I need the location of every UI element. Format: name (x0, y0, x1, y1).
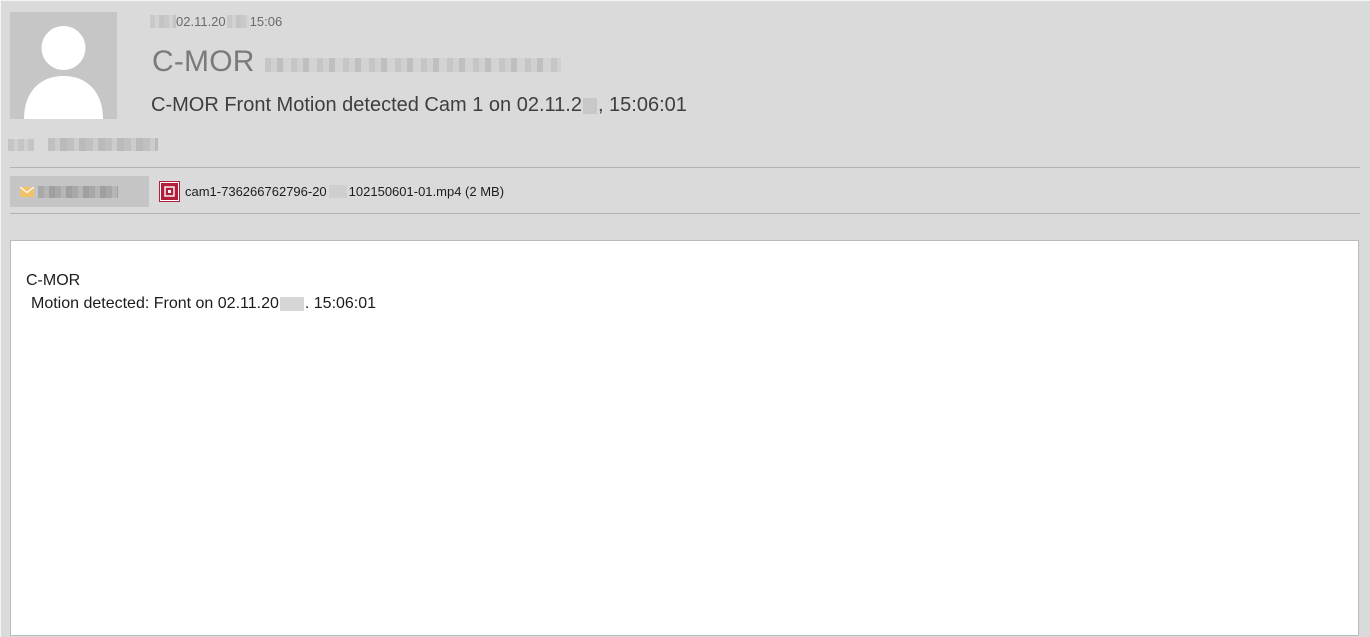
attachment-name-end: 102150601-01.mp4 (2 MB) (348, 184, 505, 199)
attachments-divider (10, 213, 1360, 214)
sender[interactable]: C-MOR (152, 45, 561, 79)
sent-time: 15:06 (249, 14, 283, 29)
attachment-video[interactable]: cam1-736266762796-20 102150601-01.mp4 (2… (159, 181, 504, 202)
header-divider (10, 167, 1360, 168)
message-body[interactable]: C-MOR Motion detected: Front on 02.11.20… (10, 240, 1359, 636)
attachments-bar: cam1-736266762796-20 102150601-01.mp4 (2… (10, 176, 504, 207)
redacted-to-label (8, 138, 34, 151)
subject-text-start: C-MOR Front Motion detected Cam 1 on 02.… (151, 94, 582, 116)
redacted-recipient[interactable] (48, 138, 158, 151)
recipient-line (8, 138, 158, 151)
attachment-name-start: cam1-736266762796-20 (185, 184, 327, 199)
body-line-2-start: Motion detected: Front on 02.11.20 (31, 295, 279, 312)
person-icon (10, 12, 117, 119)
redacted-tab-label (38, 185, 118, 198)
envelope-icon (20, 186, 34, 197)
email-subject: C-MOR Front Motion detected Cam 1 on 02.… (151, 94, 687, 117)
redacted-attachment-date (328, 185, 347, 198)
sender-avatar (10, 12, 117, 119)
message-text: C-MOR Motion detected: Front on 02.11.20… (26, 269, 376, 315)
email-reading-pane: 02.11.20 15:06 C-MOR C-MOR Front Motion … (0, 0, 1370, 637)
video-file-icon (159, 181, 180, 202)
redacted-weekday (150, 15, 176, 28)
subject-text-end: , 15:06:01 (597, 94, 687, 116)
body-line-2: Motion detected: Front on 02.11.20 . 15:… (26, 292, 376, 315)
redacted-body-year (279, 296, 304, 311)
message-tab[interactable] (10, 176, 149, 207)
redacted-year (226, 15, 249, 28)
redacted-sender-email (264, 58, 561, 72)
sent-date: 02.11.20 (176, 14, 226, 29)
body-line-1: C-MOR (26, 272, 81, 289)
redacted-subject-year (582, 97, 597, 114)
sender-name: C-MOR (152, 45, 255, 78)
body-line-2-end: . 15:06:01 (304, 295, 377, 312)
sent-timestamp: 02.11.20 15:06 (150, 14, 282, 29)
